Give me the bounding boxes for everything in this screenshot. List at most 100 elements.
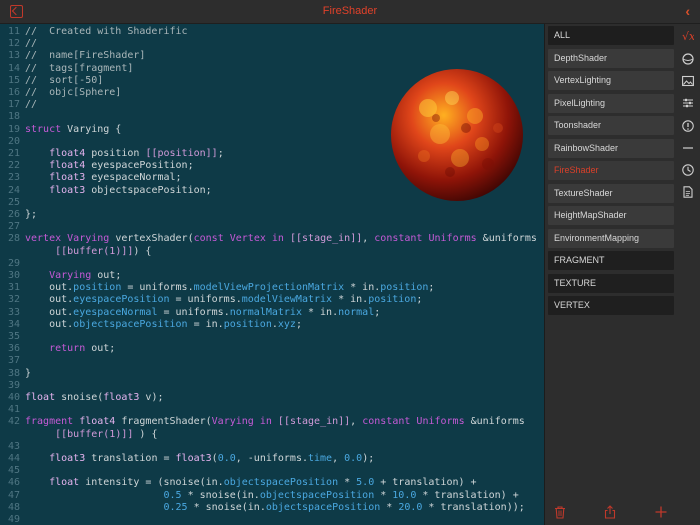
category-item[interactable]: FRAGMENT (548, 251, 674, 270)
category-item[interactable]: TEXTURE (548, 274, 674, 293)
code-line[interactable]: 11 // Created with Shaderific (0, 26, 544, 38)
line-number: 35 (7, 331, 20, 342)
code-text[interactable]: float snoise(float3 v); (25, 392, 164, 404)
code-line[interactable]: [[buffer(1)]] ) { (0, 429, 544, 441)
code-text[interactable]: // sort[-50] (25, 75, 103, 87)
shader-item[interactable]: HeightMapShader (548, 206, 674, 225)
shader-list: ALL DepthShader VertexLighting PixelLightin… (544, 24, 676, 525)
code-line[interactable]: 33 out.eyespaceNormal = uniforms.normalM… (0, 307, 544, 319)
code-text[interactable]: }; (25, 209, 37, 221)
line-number: 27 (7, 221, 20, 233)
code-line[interactable]: 36 return out; (0, 343, 544, 355)
image-icon[interactable] (682, 75, 694, 87)
code-text[interactable]: [[buffer(1)]]) { (25, 246, 151, 258)
code-text[interactable]: // (25, 38, 37, 50)
code-text[interactable]: float3 translation = float3(0.0, -unifor… (25, 453, 374, 465)
top-bar: FireShader ‹ (0, 0, 700, 24)
code-line[interactable]: 12 // (0, 38, 544, 50)
line-number: 36 (7, 343, 20, 355)
shader-item[interactable]: FireShader (548, 161, 674, 180)
code-line[interactable]: 27 (0, 221, 544, 233)
code-text[interactable]: [[buffer(1)]] ) { (25, 429, 157, 441)
warning-icon[interactable] (682, 120, 694, 132)
minus-icon[interactable] (682, 142, 694, 154)
code-line[interactable]: 44 float3 translation = float3(0.0, -uni… (0, 453, 544, 465)
function-icon[interactable]: √x (682, 30, 694, 42)
code-line[interactable]: 47 0.5 * snoise(in.objectspacePosition *… (0, 490, 544, 502)
code-text[interactable]: out.position = uniforms.modelViewProject… (25, 282, 434, 294)
shader-item[interactable]: DepthShader (548, 49, 674, 68)
chevron-left-icon[interactable]: ‹ (685, 3, 690, 19)
sliders-icon[interactable] (682, 97, 694, 109)
shader-item[interactable]: TextureShader (548, 184, 674, 203)
shader-item[interactable]: RainbowShader (548, 139, 674, 158)
code-text[interactable]: 0.25 * snoise(in.objectspacePosition * 2… (25, 502, 524, 514)
line-number: 45 (7, 465, 20, 477)
code-line[interactable]: 48 0.25 * snoise(in.objectspacePosition … (0, 502, 544, 514)
code-line[interactable]: 29 (0, 258, 544, 270)
trash-icon[interactable] (553, 505, 567, 519)
line-number: 30 (7, 270, 20, 281)
code-text[interactable]: vertex Varying vertexShader(const Vertex… (25, 233, 537, 245)
code-line[interactable]: [[buffer(1)]]) { (0, 246, 544, 258)
code-line[interactable]: 37 (0, 355, 544, 367)
line-number: 44 (7, 453, 20, 464)
code-line[interactable]: 39 (0, 380, 544, 392)
clock-icon[interactable] (682, 164, 694, 176)
code-line[interactable]: 32 out.eyespacePosition = uniforms.model… (0, 294, 544, 306)
code-editor[interactable]: 49 48 0.25 * snoise(in.objectspacePositio… (0, 24, 544, 525)
code-text[interactable]: // tags[fragment] (25, 63, 133, 75)
code-text[interactable]: float intensity = (snoise(in.objectspace… (25, 477, 476, 489)
code-line[interactable]: 49 (0, 514, 544, 525)
code-line[interactable]: 30 Varying out; (0, 270, 544, 282)
code-text[interactable]: struct Varying { (25, 124, 121, 136)
code-line[interactable]: 40 float snoise(float3 v); (0, 392, 544, 404)
code-text[interactable]: out.eyespaceNormal = uniforms.normalMatr… (25, 307, 380, 319)
code-line[interactable]: 28 vertex Varying vertexShader(const Vert… (0, 233, 544, 245)
line-number: 26 (7, 209, 20, 220)
line-number: 12 (7, 38, 20, 50)
line-number: 41 (7, 404, 20, 416)
code-line[interactable]: 42 fragment float4 fragmentShader(Varying… (0, 416, 544, 428)
code-text[interactable]: float3 objectspacePosition; (25, 185, 212, 197)
document-icon[interactable] (682, 186, 694, 198)
code-line[interactable]: 41 (0, 404, 544, 416)
line-number: 15 (7, 74, 20, 86)
code-line[interactable]: 46 float intensity = (snoise(in.objectsp… (0, 477, 544, 489)
shader-item[interactable]: Toonshader (548, 116, 674, 135)
code-text[interactable]: } (25, 368, 31, 380)
code-line[interactable]: 35 (0, 331, 544, 343)
sphere-preview (390, 68, 524, 202)
code-text[interactable]: float4 position [[position]]; (25, 148, 224, 160)
category-item[interactable]: VERTEX (548, 296, 674, 315)
shader-item[interactable]: PixelLighting (548, 94, 674, 113)
code-text[interactable]: // name[FireShader] (25, 50, 145, 62)
code-text[interactable]: Varying out; (25, 270, 121, 282)
code-text[interactable]: float3 eyespaceNormal; (25, 172, 181, 184)
line-number: 33 (7, 306, 20, 318)
code-line[interactable]: 45 (0, 465, 544, 477)
code-text[interactable]: 0.5 * snoise(in.objectspacePosition * 10… (25, 490, 518, 502)
code-line[interactable]: 26}; (0, 209, 544, 221)
add-icon[interactable] (654, 505, 668, 519)
code-text[interactable]: // (25, 99, 37, 111)
sphere-icon[interactable] (682, 53, 694, 65)
share-icon[interactable] (603, 505, 617, 519)
shader-item[interactable]: VertexLighting (548, 71, 674, 90)
filter-all[interactable]: ALL (548, 26, 674, 45)
line-number: 19 (7, 123, 20, 135)
shader-item[interactable]: EnvironmentMapping (548, 229, 674, 248)
line-number: 48 (7, 501, 20, 513)
code-line[interactable]: 31 out.position = uniforms.modelViewProj… (0, 282, 544, 294)
code-line[interactable]: 13 // name[FireShader] (0, 50, 544, 62)
code-line[interactable]: 43 (0, 441, 544, 453)
code-line[interactable]: 38} (0, 368, 544, 380)
code-text[interactable]: fragment float4 fragmentShader(Varying i… (25, 416, 525, 428)
code-text[interactable]: out.objectspacePosition = in.position.xy… (25, 319, 302, 331)
code-text[interactable]: // objc[Sphere] (25, 87, 121, 99)
code-text[interactable]: // Created with Shaderific (25, 26, 188, 38)
code-text[interactable]: out.eyespacePosition = uniforms.modelVie… (25, 294, 422, 306)
code-line[interactable]: 34 out.objectspacePosition = in.position… (0, 319, 544, 331)
code-text[interactable]: return out; (25, 343, 115, 355)
code-text[interactable]: float4 eyespacePosition; (25, 160, 194, 172)
